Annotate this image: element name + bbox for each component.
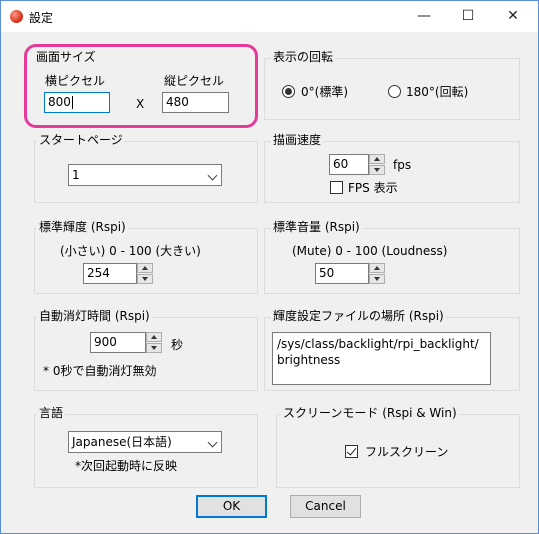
- settings-window: 設定 — ☐ ✕ 画面サイズ 横ピクセル 縦ピクセル 800 X 480 表示の…: [0, 0, 539, 534]
- fps-input[interactable]: 60: [329, 154, 369, 175]
- chevron-down-icon: [207, 170, 218, 181]
- volume-stepper[interactable]: 50: [315, 263, 385, 284]
- fullscreen-label[interactable]: フルスクリーン: [365, 445, 448, 459]
- window-title: 設定: [29, 11, 54, 25]
- auto-off-input[interactable]: 900: [90, 332, 146, 353]
- volume-down-button[interactable]: [369, 274, 385, 284]
- rotation-0-radio[interactable]: [282, 85, 295, 98]
- fullscreen-checkbox[interactable]: [345, 445, 358, 458]
- fps-display-label[interactable]: FPS 表示: [348, 181, 398, 195]
- auto-off-legend: 自動消灯時間 (Rspi): [37, 309, 152, 323]
- auto-off-group: [34, 317, 258, 391]
- title-bar: 設定 — ☐ ✕: [1, 1, 538, 32]
- start-page-value: 1: [72, 168, 80, 182]
- start-page-select[interactable]: 1: [68, 164, 222, 186]
- fps-display-checkbox[interactable]: [330, 181, 343, 194]
- fps-unit: fps: [393, 158, 412, 172]
- minimize-button[interactable]: —: [401, 1, 447, 32]
- brightness-group: [34, 228, 258, 294]
- brightness-input[interactable]: 254: [83, 263, 137, 284]
- brightness-file-path-input[interactable]: /sys/class/backlight/rpi_backlight/brigh…: [272, 332, 491, 385]
- rotation-0-label[interactable]: 0°(標準): [301, 85, 348, 99]
- start-page-legend: スタートページ: [37, 133, 125, 147]
- maximize-button[interactable]: ☐: [445, 1, 491, 32]
- auto-off-down-button[interactable]: [146, 343, 162, 353]
- chevron-down-icon: [207, 437, 218, 448]
- brightness-legend: 標準輝度 (Rspi): [37, 220, 128, 234]
- screen-size-highlight: [24, 44, 258, 128]
- language-value: Japanese(日本語): [72, 435, 172, 449]
- brightness-up-button[interactable]: [137, 263, 153, 273]
- close-button[interactable]: ✕: [490, 1, 536, 32]
- brightness-file-legend: 輝度設定ファイルの場所 (Rspi): [271, 309, 446, 323]
- rotation-180-radio[interactable]: [388, 85, 401, 98]
- rotation-180-label[interactable]: 180°(回転): [406, 85, 468, 99]
- rotation-legend: 表示の回転: [271, 50, 336, 64]
- volume-input[interactable]: 50: [315, 263, 369, 284]
- auto-off-note: * 0秒で自動消灯無効: [43, 364, 157, 378]
- brightness-down-button[interactable]: [137, 274, 153, 284]
- auto-off-unit: 秒: [171, 338, 184, 352]
- fps-stepper[interactable]: 60: [329, 154, 385, 175]
- auto-off-up-button[interactable]: [146, 332, 162, 342]
- ok-button[interactable]: OK: [196, 495, 267, 518]
- brightness-range: (小さい) 0 - 100 (大きい): [60, 244, 201, 258]
- language-legend: 言語: [37, 406, 66, 420]
- volume-legend: 標準音量 (Rspi): [271, 220, 362, 234]
- brightness-stepper[interactable]: 254: [83, 263, 153, 284]
- language-note: *次回起動時に反映: [75, 459, 178, 473]
- volume-group: [264, 228, 520, 294]
- screen-mode-legend: スクリーンモード (Rspi & Win): [281, 406, 459, 420]
- fps-up-button[interactable]: [369, 154, 385, 164]
- language-select[interactable]: Japanese(日本語): [68, 431, 222, 453]
- volume-range: (Mute) 0 - 100 (Loudness): [292, 244, 448, 258]
- fps-down-button[interactable]: [369, 165, 385, 175]
- volume-up-button[interactable]: [369, 263, 385, 273]
- app-icon: [10, 10, 23, 23]
- draw-speed-legend: 描画速度: [271, 133, 324, 147]
- cancel-button[interactable]: Cancel: [290, 495, 361, 518]
- auto-off-stepper[interactable]: 900: [90, 332, 162, 353]
